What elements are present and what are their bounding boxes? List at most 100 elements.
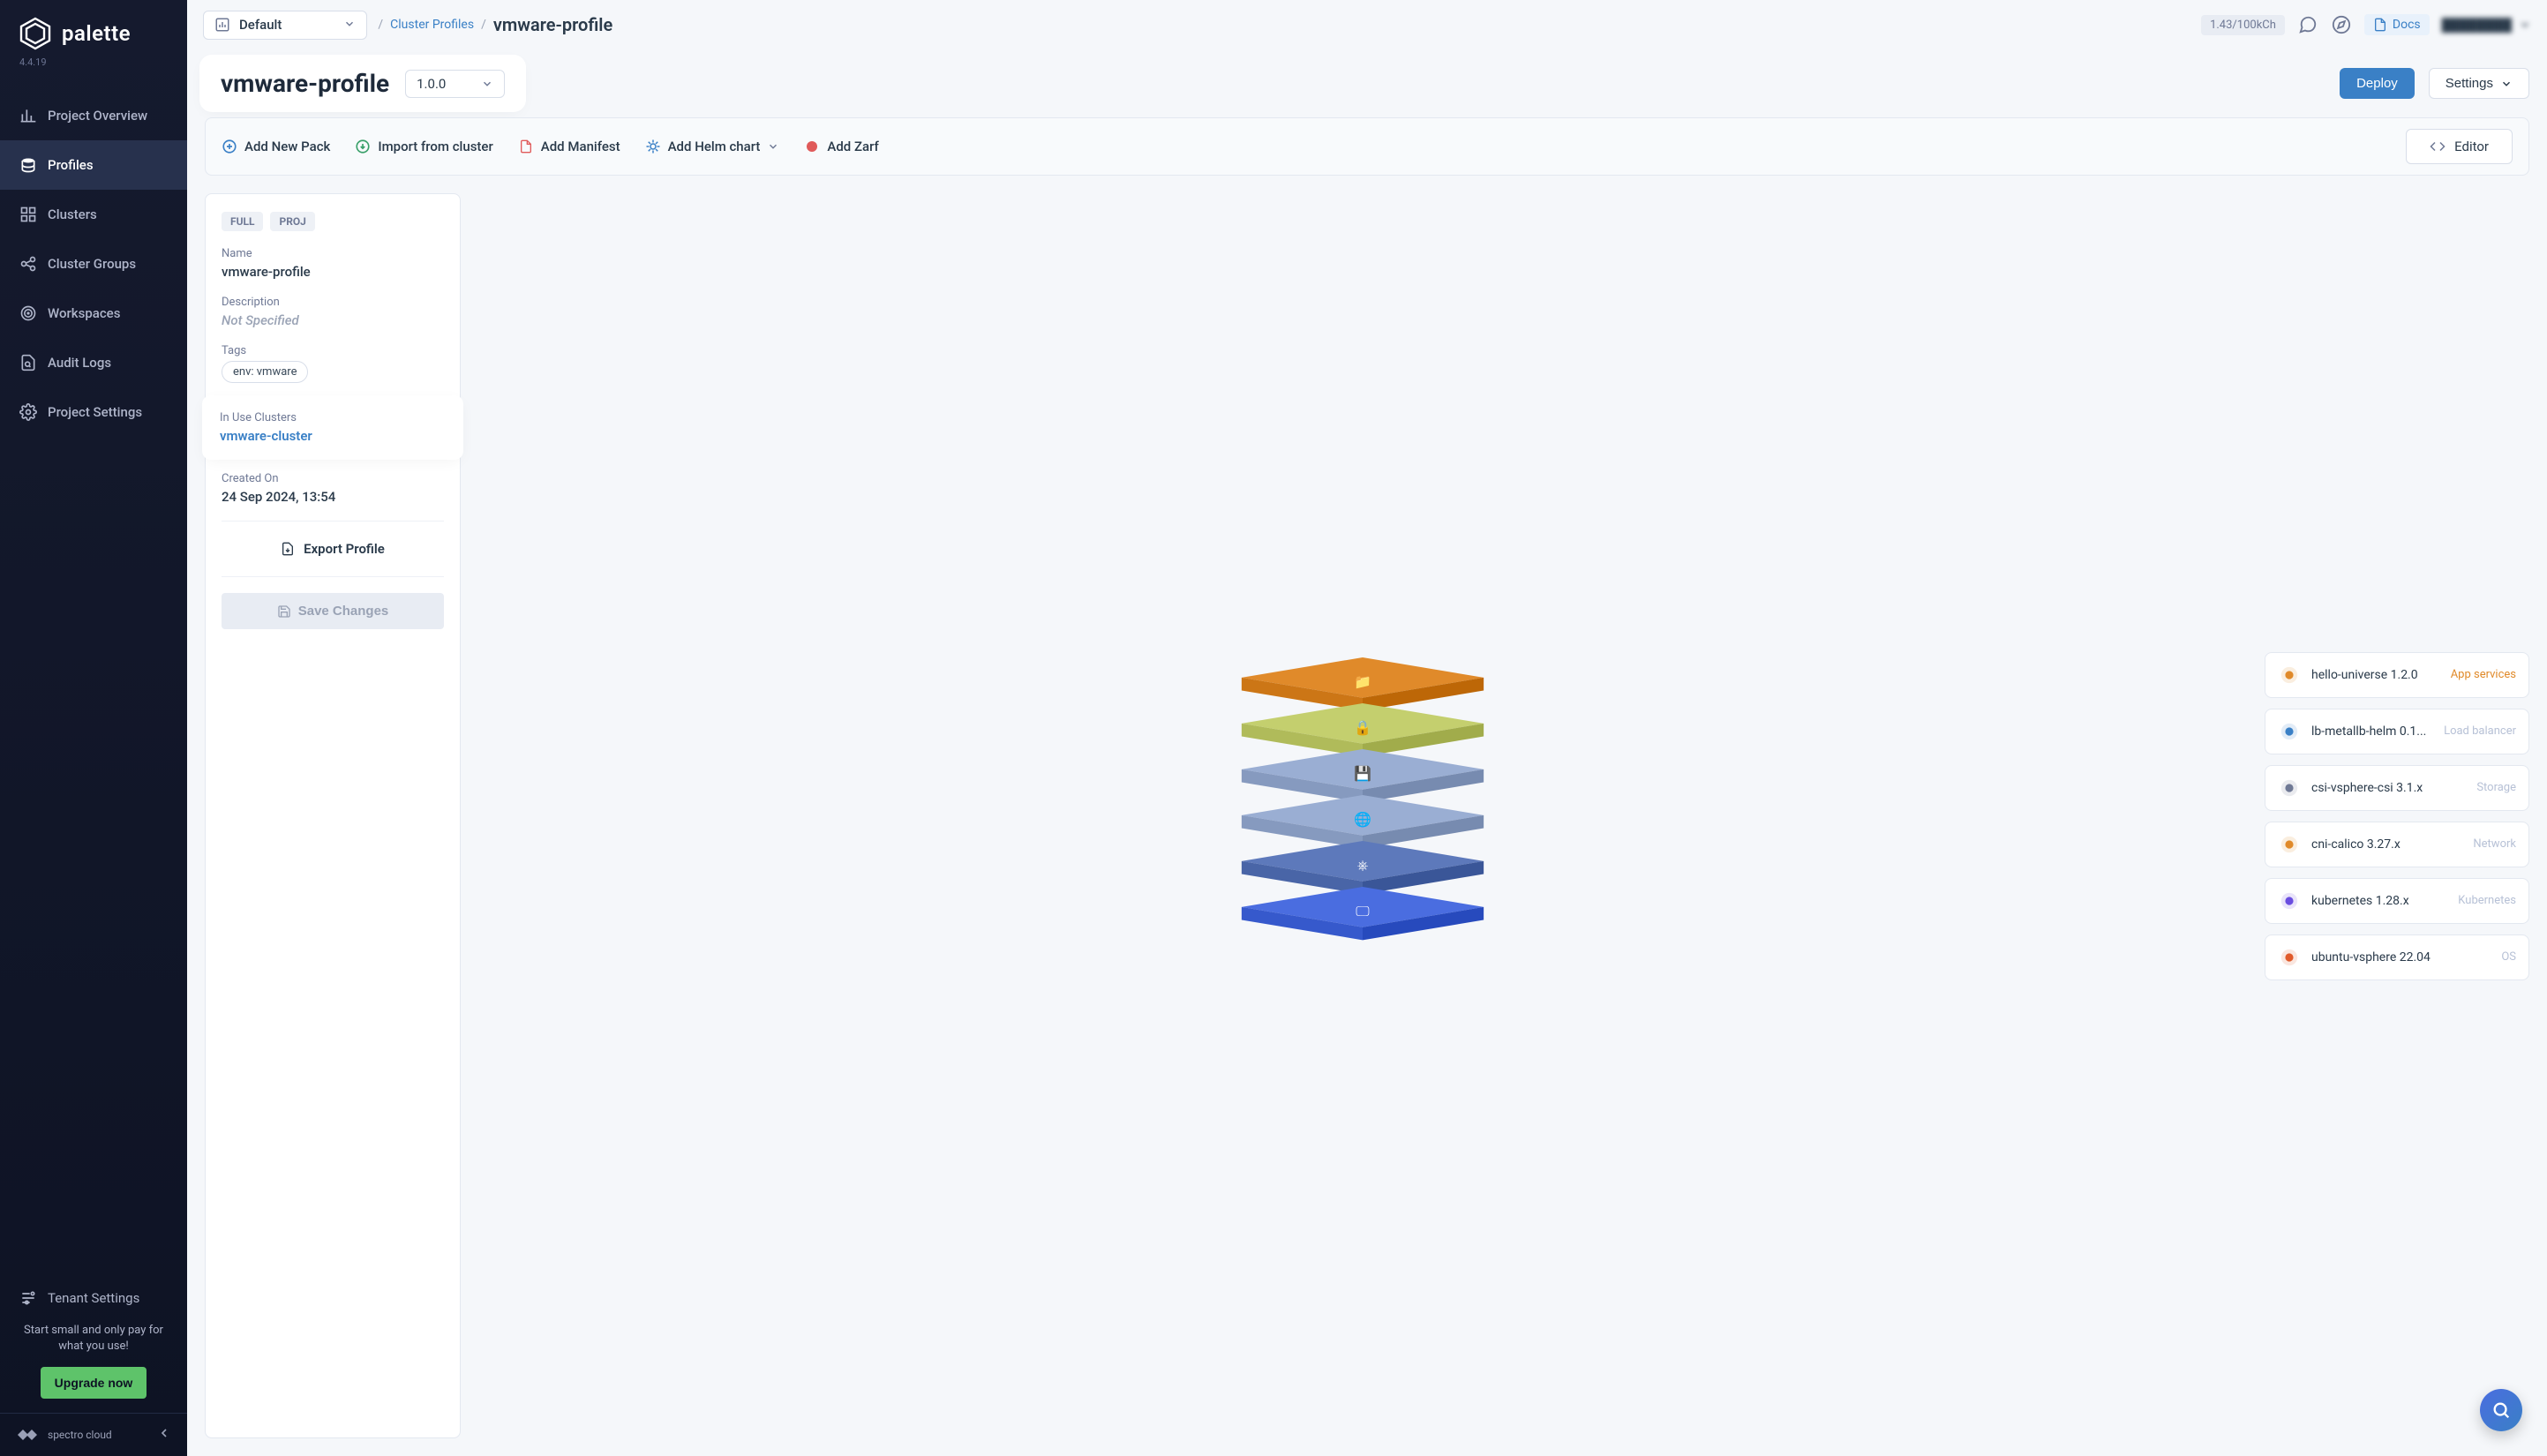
help-fab[interactable]: [2480, 1389, 2522, 1431]
add-pack-button[interactable]: Add New Pack: [222, 139, 330, 154]
org-selector[interactable]: Default: [203, 11, 367, 40]
pack-row[interactable]: lb-metallb-helm 0.1... Load balancer: [2265, 709, 2529, 754]
pack-row[interactable]: cni-calico 3.27.x Network: [2265, 822, 2529, 867]
settings-button[interactable]: Settings: [2429, 68, 2529, 99]
add-zarf-button[interactable]: Add Zarf: [804, 139, 878, 154]
pack-type: App services: [2451, 668, 2516, 681]
stack-layer[interactable]: 🖵: [1230, 887, 1495, 943]
pack-type: OS: [2501, 950, 2516, 964]
sidebar-item-profiles[interactable]: Profiles: [0, 140, 187, 190]
breadcrumb-link-cluster-profiles[interactable]: Cluster Profiles: [390, 18, 474, 32]
layer-icon: 📁: [1354, 673, 1371, 690]
download-circle-icon: [355, 139, 371, 154]
sidebar-item-audit-logs[interactable]: Audit Logs: [0, 338, 187, 387]
chart-icon: [214, 17, 230, 33]
file-search-icon: [19, 354, 37, 372]
gear-icon: [19, 403, 37, 421]
compass-icon[interactable]: [2331, 14, 2352, 35]
stack-visualization: 📁 🔒 💾 🌐 ⎈ 🖵: [482, 193, 2243, 1438]
main-area: Default / Cluster Profiles / vmware-prof…: [187, 0, 2547, 1456]
file-export-icon: [281, 542, 295, 556]
stack-icon: [19, 156, 37, 174]
sidebar-item-cluster-groups[interactable]: Cluster Groups: [0, 239, 187, 289]
description-label: Description: [222, 296, 444, 309]
editor-button[interactable]: Editor: [2406, 129, 2513, 164]
collapse-sidebar-icon[interactable]: [157, 1426, 171, 1444]
plus-circle-icon: [222, 139, 237, 154]
chart-bar-icon: [19, 107, 37, 124]
sidebar-item-project-settings[interactable]: Project Settings: [0, 387, 187, 437]
docs-button[interactable]: Docs: [2364, 14, 2430, 35]
breadcrumb: / Cluster Profiles / vmware-profile: [378, 14, 612, 35]
footer-brand: spectro cloud: [16, 1428, 112, 1442]
import-cluster-button[interactable]: Import from cluster: [355, 139, 492, 154]
pack-list: hello-universe 1.2.0 App services lb-met…: [2265, 652, 2529, 980]
pack-name: hello-universe 1.2.0: [2311, 668, 2440, 682]
spectro-icon: [16, 1428, 41, 1442]
user-menu[interactable]: ████████: [2442, 18, 2531, 33]
breadcrumb-current: vmware-profile: [493, 14, 612, 35]
profile-chips: FULL PROJ: [222, 212, 444, 231]
palette-logo-icon: [18, 16, 53, 51]
chip-full: FULL: [222, 212, 263, 231]
pack-type: Kubernetes: [2458, 894, 2516, 907]
details-card: FULL PROJ Name vmware-profile Descriptio…: [205, 193, 461, 1438]
upgrade-text: Start small and only pay for what you us…: [16, 1323, 171, 1367]
deploy-button[interactable]: Deploy: [2340, 68, 2415, 99]
pack-icon: [2278, 777, 2301, 799]
sidebar-item-clusters[interactable]: Clusters: [0, 190, 187, 239]
pack-icon: [2278, 946, 2301, 969]
version-selector[interactable]: 1.0.0: [405, 70, 505, 98]
sidebar-item-project-overview[interactable]: Project Overview: [0, 91, 187, 140]
chevron-down-icon: [2500, 78, 2513, 90]
logo: palette: [18, 16, 169, 51]
sidebar-item-workspaces[interactable]: Workspaces: [0, 289, 187, 338]
layer-icon: 💾: [1354, 765, 1371, 782]
sidebar-nav: Project OverviewProfilesClustersCluster …: [0, 91, 187, 437]
name-label: Name: [222, 247, 444, 260]
pack-row[interactable]: csi-vsphere-csi 3.1.x Storage: [2265, 765, 2529, 811]
sliders-icon: [19, 1289, 37, 1307]
doc-icon: [2373, 18, 2387, 32]
layer-icon: 🌐: [1354, 811, 1371, 828]
pack-row[interactable]: hello-universe 1.2.0 App services: [2265, 652, 2529, 698]
chip-proj: PROJ: [270, 212, 314, 231]
add-helm-button[interactable]: Add Helm chart: [645, 139, 780, 154]
file-icon: [518, 139, 534, 154]
tags-label: Tags: [222, 344, 444, 357]
sidebar: palette 4.4.19 Project OverviewProfilesC…: [0, 0, 187, 1456]
pack-row[interactable]: kubernetes 1.28.x Kubernetes: [2265, 878, 2529, 924]
profile-name: vmware-profile: [221, 69, 389, 98]
layer-icon: 🔒: [1354, 719, 1371, 736]
save-changes-button[interactable]: Save Changes: [222, 593, 444, 629]
upgrade-button[interactable]: Upgrade now: [41, 1367, 147, 1399]
description-value: Not Specified: [222, 312, 444, 328]
grid-icon: [19, 206, 37, 223]
cluster-link[interactable]: vmware-cluster: [220, 428, 446, 444]
pack-name: kubernetes 1.28.x: [2311, 894, 2447, 908]
layer-icon: 🖵: [1356, 903, 1369, 920]
zarf-icon: [804, 139, 820, 154]
logo-text: palette: [62, 21, 131, 46]
created-value: 24 Sep 2024, 13:54: [222, 489, 444, 505]
export-profile-button[interactable]: Export Profile: [222, 537, 444, 560]
pack-icon: [2278, 833, 2301, 856]
pack-row[interactable]: ubuntu-vsphere 22.04 OS: [2265, 934, 2529, 980]
usage-indicator: 1.43/100kCh: [2201, 15, 2285, 35]
pack-name: ubuntu-vsphere 22.04: [2311, 950, 2491, 964]
name-value: vmware-profile: [222, 264, 444, 280]
chevron-down-icon: [481, 78, 493, 90]
created-label: Created On: [222, 472, 444, 485]
pack-type: Storage: [2476, 781, 2516, 794]
profile-title-block: vmware-profile 1.0.0: [205, 60, 521, 107]
topbar: Default / Cluster Profiles / vmware-prof…: [187, 0, 2547, 49]
add-manifest-button[interactable]: Add Manifest: [518, 139, 620, 154]
chevron-down-icon: [767, 140, 779, 153]
pack-icon: [2278, 664, 2301, 687]
layer-icon: ⎈: [1357, 857, 1369, 874]
tag-pill: env: vmware: [222, 361, 308, 383]
sidebar-item-tenant-settings[interactable]: Tenant Settings: [16, 1273, 171, 1323]
pack-icon: [2278, 720, 2301, 743]
tenant-settings-label: Tenant Settings: [48, 1290, 139, 1306]
chat-icon[interactable]: [2297, 14, 2318, 35]
